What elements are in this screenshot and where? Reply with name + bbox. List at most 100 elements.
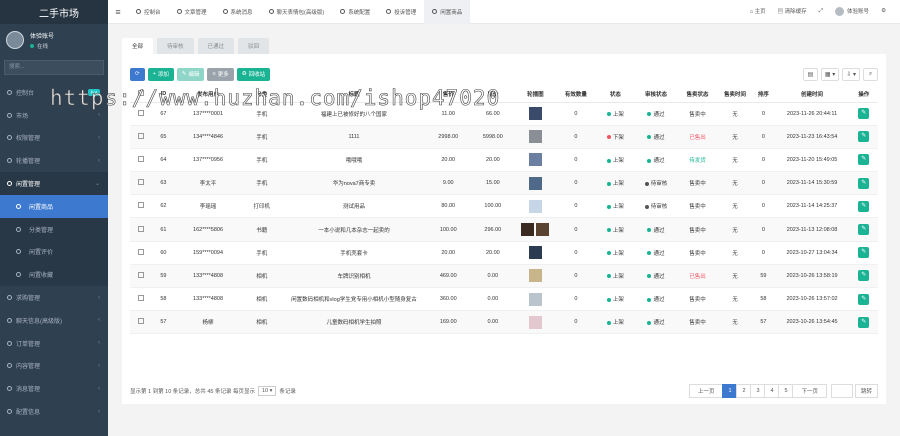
thumbnail-image[interactable] <box>528 246 542 260</box>
sidebar-item-2[interactable]: 权限管理 ‹ <box>0 127 108 150</box>
row-checkbox-cell[interactable] <box>130 125 153 149</box>
edit-row-button[interactable]: ✎ <box>858 293 870 305</box>
edit-row-button[interactable]: ✎ <box>858 316 870 328</box>
more-button[interactable]: ≡ 更多 <box>207 67 234 81</box>
menu-toggle-icon[interactable]: ≡ <box>108 7 128 17</box>
sidebar-subitem-0[interactable]: 闲置商品 <box>0 194 108 218</box>
sidebar-item-more-5[interactable]: 配置信息 ‹ <box>0 400 108 423</box>
audit-label: 通过 <box>653 227 665 234</box>
row-checkbox[interactable] <box>138 109 145 116</box>
sidebar-subitem-1[interactable]: 分类管理 <box>0 218 108 241</box>
row-checkbox-cell[interactable] <box>130 264 153 289</box>
app-logo[interactable]: 二手市场 <box>0 0 108 24</box>
top-tab-2[interactable]: 系统消息 <box>215 0 261 24</box>
top-tab-0[interactable]: 控制台 <box>128 0 169 24</box>
sidebar-item-more-4[interactable]: 消息管理 ‹ <box>0 377 108 400</box>
chevron-left-icon: ‹ <box>98 134 100 141</box>
goto-page-input[interactable] <box>830 384 853 398</box>
edit-row-button[interactable]: ✎ <box>858 247 870 259</box>
thumbnail-image[interactable] <box>528 176 542 190</box>
goto-page-button[interactable]: 跳转 <box>854 384 878 398</box>
search-icon[interactable]: ⌕ <box>863 67 878 81</box>
status-label: 上架 <box>612 273 624 280</box>
row-checkbox[interactable] <box>138 248 145 255</box>
sidebar-item-3[interactable]: 轮播管理 ‹ <box>0 149 108 172</box>
edit-row-button[interactable]: ✎ <box>858 154 870 166</box>
avatar[interactable] <box>6 31 24 49</box>
row-checkbox[interactable] <box>138 225 145 232</box>
row-checkbox-cell[interactable] <box>130 287 153 312</box>
export-icon[interactable]: ⇩ ▾ <box>842 67 860 81</box>
thumbnail-image[interactable] <box>536 223 550 237</box>
page-button-2[interactable]: 2 <box>736 384 752 398</box>
status-tab-1[interactable]: 待审核 <box>157 38 194 54</box>
sidebar-item-more-2[interactable]: 订单管理 ‹ <box>0 332 108 355</box>
next-page-button[interactable]: 下一页 <box>792 384 827 398</box>
status-tab-2[interactable]: 已通过 <box>197 38 235 54</box>
row-checkbox-cell[interactable] <box>130 171 153 196</box>
add-button[interactable]: + 添加 <box>147 67 174 81</box>
row-checkbox-cell[interactable] <box>130 241 153 265</box>
edit-row-button[interactable]: ✎ <box>858 131 870 143</box>
print-icon[interactable]: ▤ <box>802 67 818 81</box>
prev-page-button[interactable]: 上一页 <box>688 384 724 398</box>
status-tab-3[interactable]: 驳回 <box>238 38 270 54</box>
top-tab-5[interactable]: 投诉管理 <box>378 0 424 24</box>
row-checkbox-cell[interactable] <box>130 217 153 242</box>
page-button-4[interactable]: 4 <box>764 384 780 398</box>
circle-icon <box>16 226 21 232</box>
sidebar-subitem-2[interactable]: 闲置评价 <box>0 241 108 264</box>
status-tab-0[interactable]: 全部 <box>122 38 154 54</box>
row-checkbox[interactable] <box>138 318 145 325</box>
account-menu[interactable]: 体验账号 <box>835 7 869 17</box>
settings-gear-icon[interactable]: ⚙ <box>881 8 886 14</box>
cell-sale-status: 售卖中 <box>677 310 718 335</box>
top-tab-6[interactable]: 闲置商品 <box>424 0 471 24</box>
thumbnail-image[interactable] <box>528 269 542 283</box>
chevron-left-icon: ‹ <box>98 157 100 164</box>
sidebar-item-more-0[interactable]: 求购管理 ‹ <box>0 286 108 309</box>
row-checkbox-cell[interactable] <box>130 310 153 335</box>
top-tab-1[interactable]: 文章管理 <box>169 0 215 24</box>
plus-icon: + <box>152 71 156 77</box>
row-checkbox-cell[interactable] <box>130 194 153 219</box>
thumbnail-image[interactable] <box>528 107 542 121</box>
refresh-button[interactable]: ⟳ <box>130 67 145 81</box>
page-button-5[interactable]: 5 <box>778 384 794 398</box>
page-button-3[interactable]: 3 <box>750 384 766 398</box>
sidebar-item-more-1[interactable]: 聊天信息(高级版) ‹ <box>0 309 108 332</box>
home-button[interactable]: ⌂ 主页 <box>750 7 766 15</box>
sidebar-item-more-3[interactable]: 内容管理 ‹ <box>0 355 108 378</box>
row-checkbox[interactable] <box>138 295 145 302</box>
edit-row-button[interactable]: ✎ <box>858 224 870 236</box>
sidebar-subitem-3[interactable]: 闲置收藏 <box>0 263 108 286</box>
row-checkbox-cell[interactable] <box>130 148 153 173</box>
cell-user: 137****0956 <box>174 148 242 173</box>
edit-button[interactable]: ✎ 编辑 <box>176 67 205 81</box>
row-checkbox[interactable] <box>138 132 145 139</box>
row-checkbox[interactable] <box>138 202 145 209</box>
thumbnail-image[interactable] <box>528 153 542 167</box>
row-checkbox[interactable] <box>138 179 145 186</box>
fullscreen-icon[interactable]: ⤢ <box>819 8 823 15</box>
row-checkbox[interactable] <box>138 271 145 278</box>
top-tab-4[interactable]: 系统配置 <box>332 0 378 24</box>
page-button-1[interactable]: 1 <box>722 384 738 398</box>
columns-icon[interactable]: ▦ ▾ <box>820 67 840 81</box>
edit-row-button[interactable]: ✎ <box>858 200 870 212</box>
clear-cache-button[interactable]: ▤ 清除缓存 <box>778 7 807 15</box>
top-tab-3[interactable]: 聊天表情包(高级版) <box>261 0 333 24</box>
edit-row-button[interactable]: ✎ <box>858 108 870 120</box>
sidebar-search-input[interactable]: 搜索... <box>4 60 104 75</box>
recycle-bin-button[interactable]: ♻ 回收站 <box>236 67 271 81</box>
row-checkbox[interactable] <box>138 155 145 162</box>
thumbnail-image[interactable] <box>521 223 535 237</box>
thumbnail-image[interactable] <box>528 199 542 213</box>
thumbnail-image[interactable] <box>528 292 542 306</box>
page-size-select[interactable]: 10 ▾ <box>258 386 277 396</box>
edit-row-button[interactable]: ✎ <box>858 177 870 189</box>
thumbnail-image[interactable] <box>528 315 542 329</box>
sidebar-item-4[interactable]: 闲置管理 ⌄ <box>0 172 108 195</box>
edit-row-button[interactable]: ✎ <box>858 270 870 282</box>
thumbnail-image[interactable] <box>528 130 542 144</box>
